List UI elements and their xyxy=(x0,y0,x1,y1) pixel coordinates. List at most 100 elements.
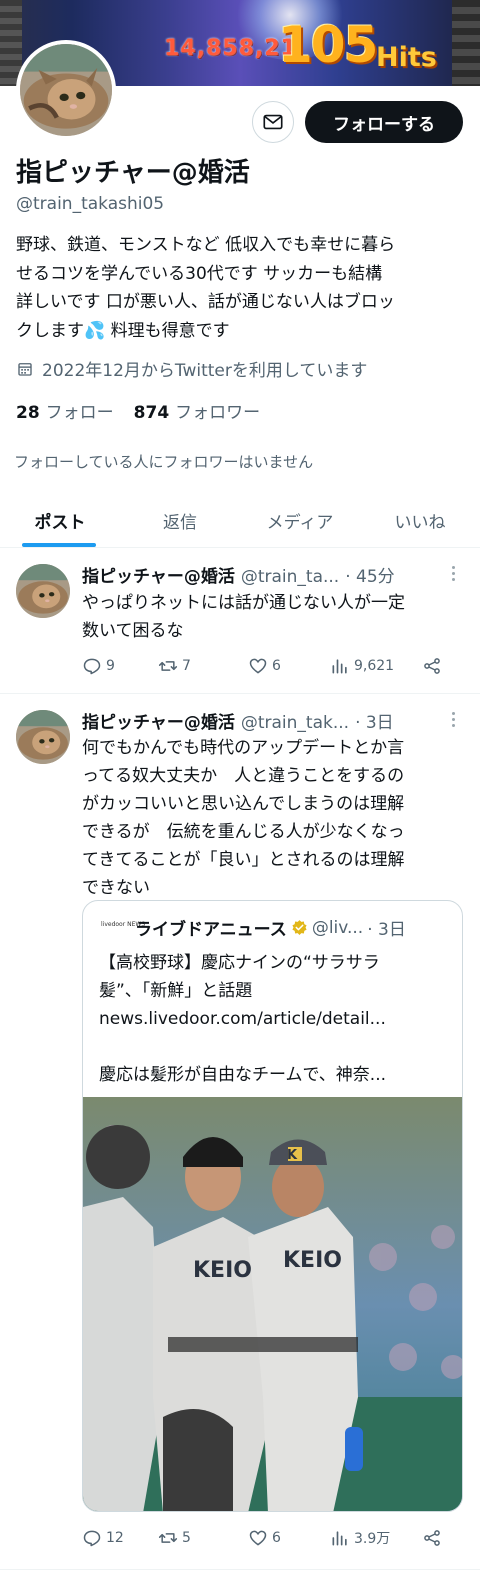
repost-count: 7 xyxy=(182,658,191,674)
reply-button[interactable]: 12 xyxy=(82,1528,158,1548)
follow-stats: 28 フォロー 874 フォロワー xyxy=(16,398,260,423)
quoted-post[interactable]: livedoor NEWS ライブドアニュース @liv... · 3日 【高校… xyxy=(82,900,463,1512)
post[interactable]: 指ピッチャー@婚活 @train_ta... · 45分 やっぱりネットには話が… xyxy=(0,548,480,694)
post-text: 何でもかんでも時代のアップデートとか言 ってる奴大丈夫か 人と違うことをするの … xyxy=(82,734,466,902)
post-author-name[interactable]: 指ピッチャー@婚活 xyxy=(82,562,235,587)
share-button[interactable] xyxy=(422,656,442,676)
bio-line: せるコツを学んでいる30代です サッカーも結構 xyxy=(16,263,383,284)
share-button[interactable] xyxy=(422,1528,442,1548)
post-actions: 12 5 6 3.9万 xyxy=(82,1526,452,1550)
views-button[interactable]: 9,621 xyxy=(330,656,422,676)
followers-label: フォロワー xyxy=(175,403,261,423)
repost-icon xyxy=(158,661,178,671)
post-text-line: できない xyxy=(82,878,150,898)
reply-icon xyxy=(83,1530,101,1547)
post-text-line: ってる奴大丈夫か 人と違うことをするの xyxy=(82,766,405,786)
post-text-line: できるが 伝統を重んじる人が少なくなっ xyxy=(82,822,405,842)
post-text-line: 数いて困るな xyxy=(82,621,184,641)
bio-line: クします💦 料理も得意です xyxy=(16,320,230,341)
post-text-line: 何でもかんでも時代のアップデートとか言 xyxy=(82,738,405,758)
reply-icon xyxy=(83,658,101,675)
share-icon xyxy=(424,1530,440,1546)
views-count: 3.9万 xyxy=(354,1531,391,1547)
quote-author-name: ライブドアニュース xyxy=(135,920,287,940)
jersey-text-left: KEIO xyxy=(193,1258,252,1283)
quote-summary: 慶応は髪形が自由なチームで、神奈... xyxy=(99,1065,387,1085)
quote-text: 【高校野球】慶応ナインの“サラサラ 髪”、「新鮮」と話題 news.livedo… xyxy=(99,949,455,1089)
repost-button[interactable]: 7 xyxy=(158,656,248,676)
like-icon xyxy=(249,658,267,674)
post-actions: 9 7 6 9,621 xyxy=(82,654,452,678)
repost-button[interactable]: 5 xyxy=(158,1528,248,1548)
cat-avatar-image xyxy=(20,44,112,136)
post-avatar[interactable] xyxy=(16,710,70,764)
views-icon xyxy=(332,1531,347,1546)
banner-hits-word: Hits xyxy=(376,42,437,73)
message-button[interactable] xyxy=(252,101,294,143)
reply-button[interactable]: 9 xyxy=(82,656,158,676)
following-label: フォロー xyxy=(45,403,114,423)
reply-count: 9 xyxy=(106,658,115,674)
jersey-text-right: KEIO xyxy=(283,1248,342,1273)
calendar-icon xyxy=(18,362,32,376)
tab-likes[interactable]: いいね xyxy=(360,494,480,547)
followers-you-know: フォローしている人にフォロワーはいません xyxy=(14,453,314,471)
cat-avatar-image xyxy=(16,564,70,618)
repost-count: 5 xyxy=(182,1530,191,1546)
post-author-name[interactable]: 指ピッチャー@婚活 xyxy=(82,708,235,733)
banner-hits-number: 105 xyxy=(278,16,378,74)
followers-link[interactable]: 874 フォロワー xyxy=(134,398,261,423)
post-text-line: てきてることが「良い」とされるのは理解 xyxy=(82,850,405,870)
share-icon xyxy=(424,658,440,674)
joined-text: 2022年12月からTwitterを利用しています xyxy=(42,361,368,381)
quote-headline-line: 【高校野球】慶応ナインの“サラサラ xyxy=(99,953,380,973)
post-header: 指ピッチャー@婚活 @train_ta... · 45分 xyxy=(82,562,395,587)
quote-author-handle: @liv... xyxy=(311,917,364,938)
banner-decor-right xyxy=(452,0,480,86)
followers-count: 874 xyxy=(133,403,170,423)
like-count: 6 xyxy=(272,658,281,674)
post-text-line: やっぱりネットには話が通じない人が一定 xyxy=(82,593,405,613)
reply-count: 12 xyxy=(106,1530,124,1546)
bio-line: 詳しいです 口が悪い人、話が通じない人はブロッ xyxy=(16,292,395,312)
profile-avatar[interactable] xyxy=(16,40,116,140)
views-count: 9,621 xyxy=(354,658,395,674)
quote-link[interactable]: news.livedoor.com/article/detail... xyxy=(99,1005,455,1033)
post-time[interactable]: · 3日 xyxy=(355,708,394,733)
profile-bio: 野球、鉄道、モンストなど 低収入でも幸せに暮ら せるコツを学んでいる30代です … xyxy=(16,231,468,345)
profile-tabs: ポスト 返信 メディア いいね xyxy=(0,494,480,548)
cat-avatar-image xyxy=(16,710,70,764)
repost-icon xyxy=(158,1533,178,1543)
views-button[interactable]: 3.9万 xyxy=(330,1528,422,1548)
tab-media[interactable]: メディア xyxy=(240,494,360,547)
more-icon[interactable] xyxy=(452,712,456,728)
post-time[interactable]: · 45分 xyxy=(345,562,394,587)
quote-time: · 3日 xyxy=(367,920,406,940)
post-text: やっぱりネットには話が通じない人が一定 数いて困るな xyxy=(82,589,466,645)
livedoor-logo: livedoor NEWS xyxy=(101,920,146,928)
tab-replies[interactable]: 返信 xyxy=(120,494,240,547)
views-icon xyxy=(332,659,347,674)
bio-line: 野球、鉄道、モンストなど 低収入でも幸せに暮ら xyxy=(16,235,396,255)
like-button[interactable]: 6 xyxy=(248,1528,330,1548)
joined-date: 2022年12月からTwitterを利用しています xyxy=(16,356,367,381)
like-count: 6 xyxy=(272,1530,281,1546)
post[interactable]: 指ピッチャー@婚活 @train_tak... · 3日 何でもかんでも時代のア… xyxy=(0,694,480,1570)
post-author-handle[interactable]: @train_ta... xyxy=(241,567,339,587)
quote-headline-line: 髪”、「新鮮」と話題 xyxy=(99,981,253,1001)
verified-badge-icon xyxy=(292,920,307,935)
following-link[interactable]: 28 フォロー xyxy=(16,398,114,423)
post-avatar[interactable] xyxy=(16,564,70,618)
like-button[interactable]: 6 xyxy=(248,656,330,676)
follow-button[interactable]: フォローする xyxy=(305,101,463,143)
cap-letter: K xyxy=(287,1148,298,1163)
profile-handle: @train_takashi05 xyxy=(16,194,165,214)
post-header: 指ピッチャー@婚活 @train_tak... · 3日 xyxy=(82,708,394,733)
like-icon xyxy=(249,1530,267,1546)
post-author-handle[interactable]: @train_tak... xyxy=(241,713,349,733)
tab-posts[interactable]: ポスト xyxy=(0,494,120,547)
news-photo-baseball-players[interactable]: KEIO KEIO K xyxy=(83,1097,463,1512)
banner-score: 14,858,21 xyxy=(164,36,297,61)
mail-icon xyxy=(263,114,283,130)
more-icon[interactable] xyxy=(452,566,456,582)
